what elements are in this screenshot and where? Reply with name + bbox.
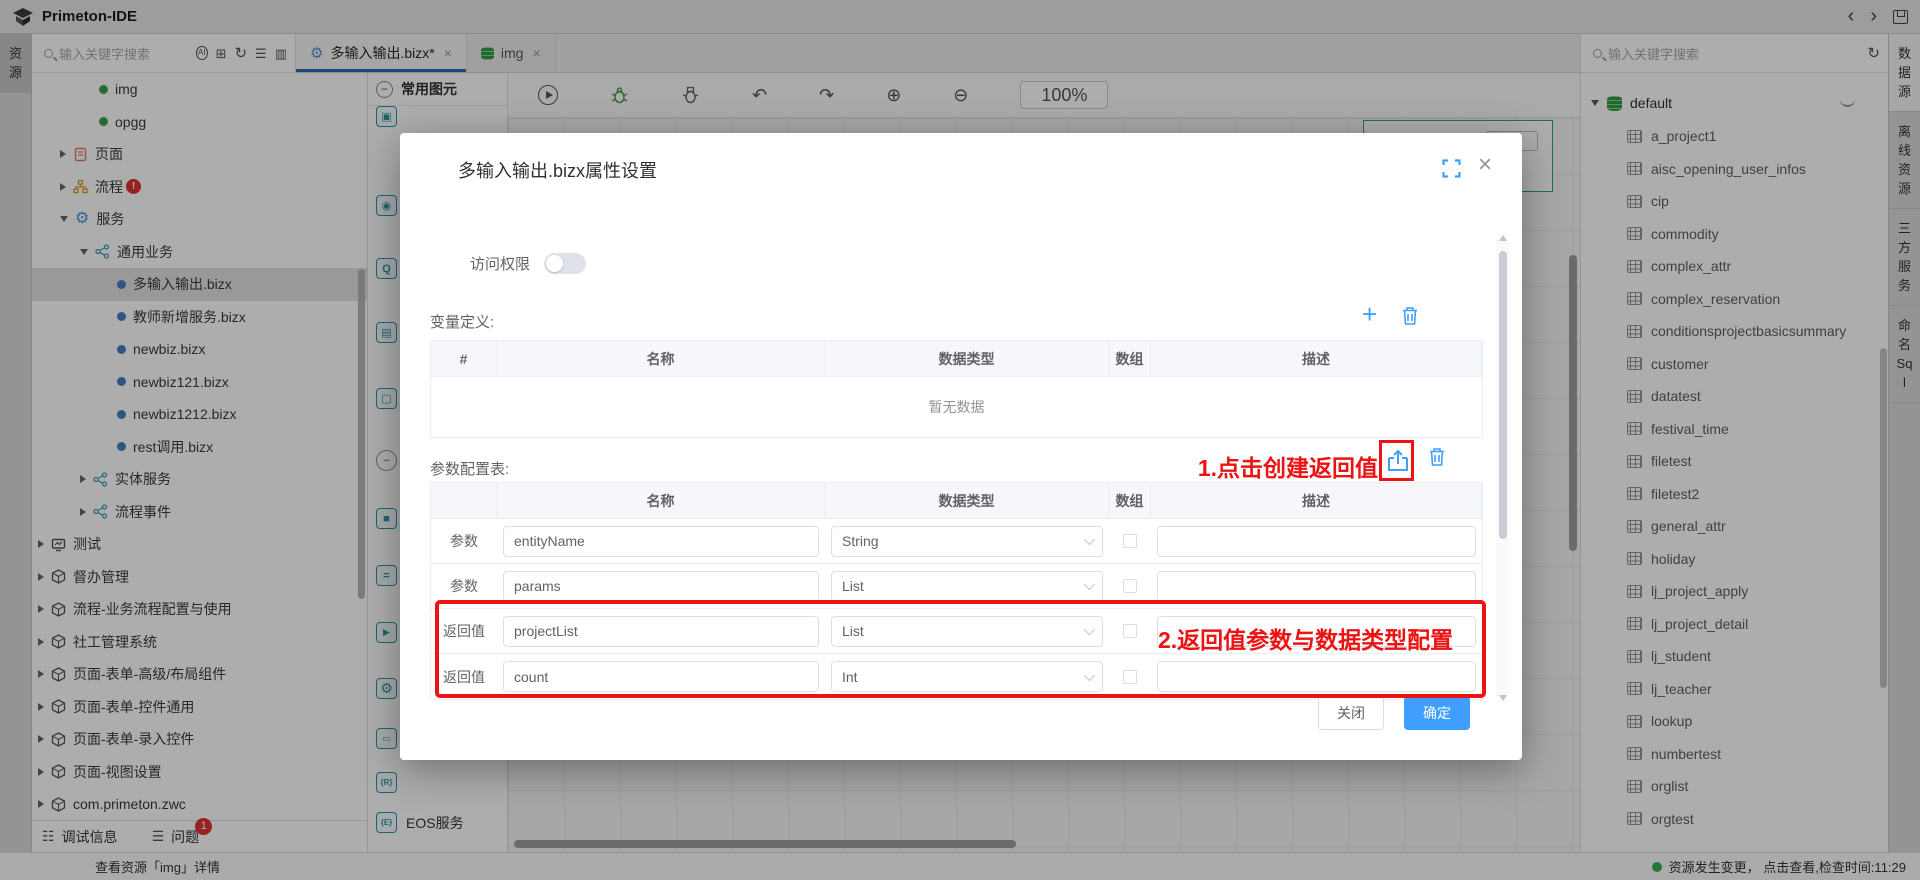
empty-data-text: 暂无数据 (431, 377, 1482, 437)
column-header: # (431, 341, 497, 377)
chevron-down-icon (1084, 579, 1095, 590)
dialog-title: 多输入输出.bizx属性设置 (458, 157, 657, 183)
delete-param-icon[interactable] (1427, 446, 1447, 468)
delete-variable-icon[interactable] (1400, 305, 1420, 327)
column-header: 名称 (497, 341, 825, 377)
variables-section-label: 变量定义: (430, 311, 494, 332)
scrollbar-thumb[interactable] (1499, 251, 1507, 539)
param-datatype-value: List (842, 578, 864, 594)
column-header: 描述 (1151, 341, 1482, 377)
param-kind-label: 参数 (431, 519, 497, 563)
add-variable-icon[interactable]: + (1362, 301, 1377, 327)
param-row: 参数 String (431, 519, 1482, 564)
annotation-step1: 1.点击创建返回值 (1128, 449, 1378, 483)
close-button[interactable]: 关闭 (1318, 696, 1384, 730)
variables-table: #名称数据类型数组描述 暂无数据 (430, 340, 1483, 438)
param-name-input[interactable] (503, 526, 819, 557)
access-permission-label: 访问权限 (470, 253, 530, 274)
app-window: Primeton-IDE 资源 输入关键字搜索 AI (0, 0, 1920, 880)
close-icon[interactable]: × (1478, 151, 1492, 179)
param-datatype-select[interactable]: List (831, 571, 1103, 602)
params-section-label: 参数配置表: (430, 458, 509, 479)
param-datatype-value: String (842, 533, 879, 549)
param-array-checkbox[interactable] (1123, 534, 1137, 548)
annotation-step2: 2.返回值参数与数据类型配置 (1158, 621, 1453, 655)
scroll-down-icon[interactable] (1499, 695, 1507, 701)
param-array-checkbox[interactable] (1123, 579, 1137, 593)
column-header: 数组 (1109, 341, 1151, 377)
fullscreen-icon[interactable] (1442, 159, 1461, 178)
confirm-button[interactable]: 确定 (1404, 696, 1470, 730)
param-desc-input[interactable] (1157, 571, 1476, 602)
column-header (431, 483, 497, 519)
column-header: 数据类型 (825, 341, 1109, 377)
column-header: 数组 (1109, 483, 1151, 519)
variables-table-header: #名称数据类型数组描述 (431, 341, 1482, 377)
column-header: 名称 (497, 483, 825, 519)
access-permission-toggle[interactable] (544, 253, 586, 274)
column-header: 描述 (1151, 483, 1482, 519)
annotation-step1-highlight (1379, 440, 1414, 481)
create-return-value-icon[interactable] (1386, 448, 1410, 474)
param-name-input[interactable] (503, 571, 819, 602)
column-header: 数据类型 (825, 483, 1109, 519)
dialog-scrollbar[interactable] (1496, 231, 1509, 705)
chevron-down-icon (1084, 534, 1095, 545)
param-datatype-select[interactable]: String (831, 526, 1103, 557)
params-table-header: 名称数据类型数组描述 (431, 483, 1482, 519)
scroll-up-icon[interactable] (1499, 235, 1507, 241)
param-desc-input[interactable] (1157, 526, 1476, 557)
